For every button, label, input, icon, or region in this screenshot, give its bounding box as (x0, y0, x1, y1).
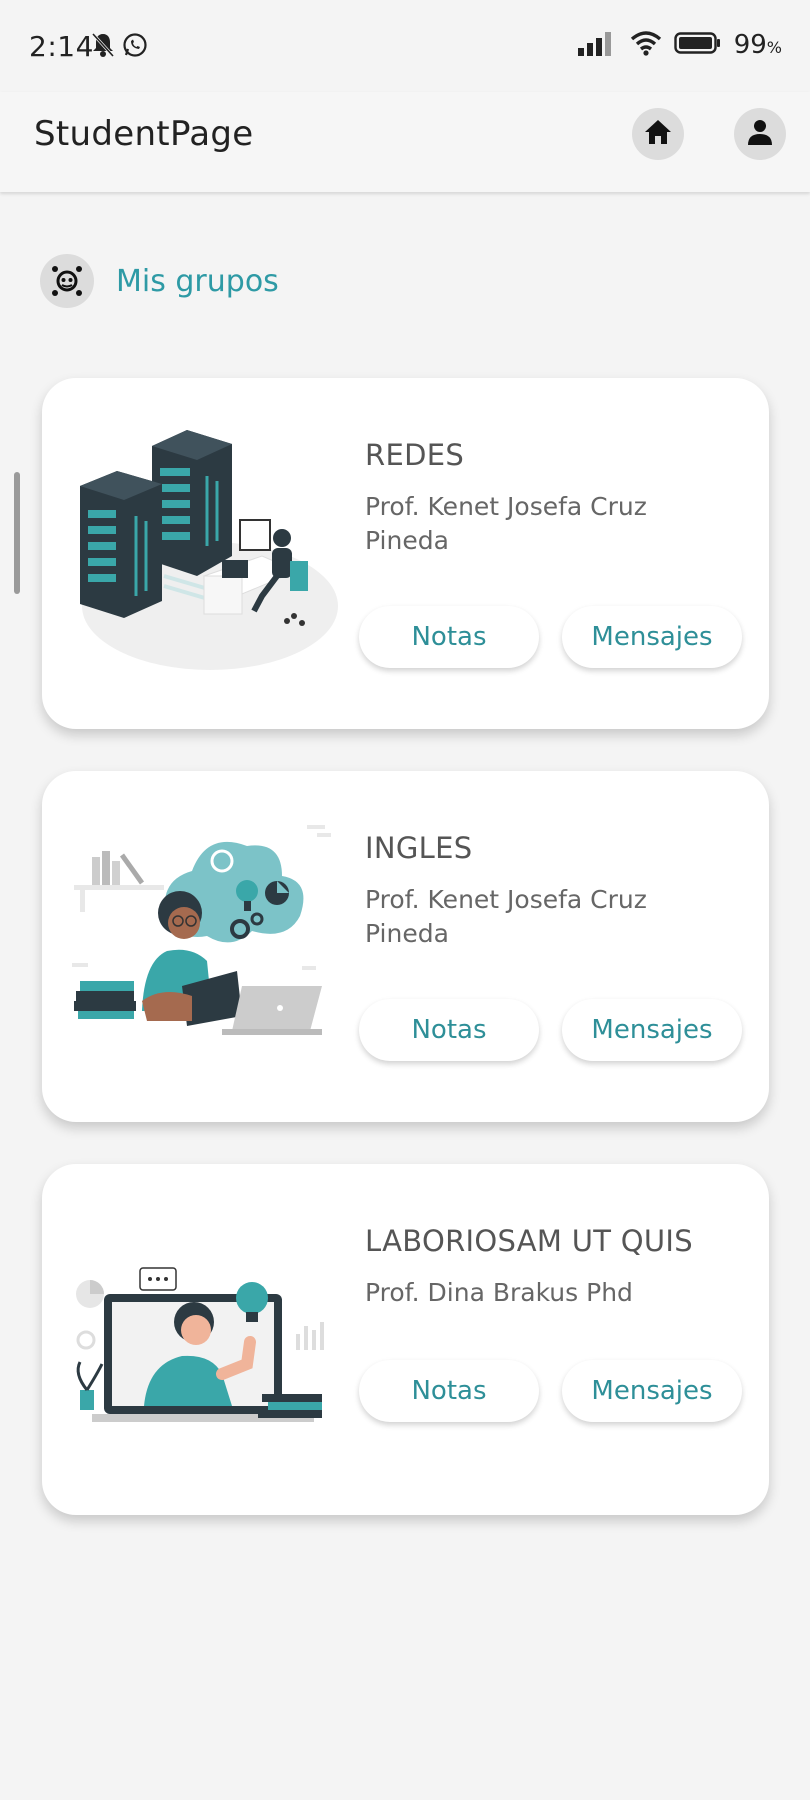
battery-icon (674, 30, 722, 60)
home-icon (643, 118, 673, 150)
person-icon (746, 118, 774, 150)
wifi-icon (630, 30, 662, 60)
bell-muted-icon (91, 32, 115, 62)
group-name: REDES (365, 438, 465, 472)
group-card[interactable]: LABORIOSAM UT QUIS Prof. Dina Brakus Phd… (42, 1164, 769, 1515)
section-header: Mis grupos (40, 254, 279, 308)
group-teacher: Prof. Dina Brakus Phd (365, 1278, 633, 1307)
status-time: 2:14 (29, 30, 94, 63)
profile-button[interactable] (734, 108, 786, 160)
section-title: Mis grupos (116, 263, 279, 299)
signal-icon (577, 30, 618, 60)
group-teacher: Prof. Kenet Josefa Cruz Pineda (365, 885, 647, 948)
battery-percentage: 99% (733, 30, 782, 60)
whatsapp-icon (122, 32, 148, 62)
group-name: LABORIOSAM UT QUIS (365, 1224, 693, 1258)
group-teacher: Prof. Kenet Josefa Cruz Pineda (365, 492, 647, 555)
messages-button[interactable]: Mensajes (562, 1360, 742, 1422)
messages-button[interactable]: Mensajes (562, 606, 742, 668)
home-button[interactable] (632, 108, 684, 160)
online-class-illustration (72, 1214, 342, 1474)
scroll-indicator[interactable] (14, 472, 20, 594)
notes-button[interactable]: Notas (359, 999, 539, 1061)
app-bar: StudentPage (0, 92, 810, 192)
group-card[interactable]: REDES Prof. Kenet Josefa Cruz Pineda Not… (42, 378, 769, 729)
notes-button[interactable]: Notas (359, 606, 539, 668)
groups-icon (40, 254, 94, 308)
group-name: INGLES (365, 831, 473, 865)
group-card[interactable]: INGLES Prof. Kenet Josefa Cruz Pineda No… (42, 771, 769, 1122)
app-title: StudentPage (34, 114, 254, 154)
status-bar: 2:14 99% (0, 0, 810, 92)
server-room-illustration (72, 426, 342, 686)
notes-button[interactable]: Notas (359, 1360, 539, 1422)
student-reading-illustration (72, 821, 342, 1081)
messages-button[interactable]: Mensajes (562, 999, 742, 1061)
